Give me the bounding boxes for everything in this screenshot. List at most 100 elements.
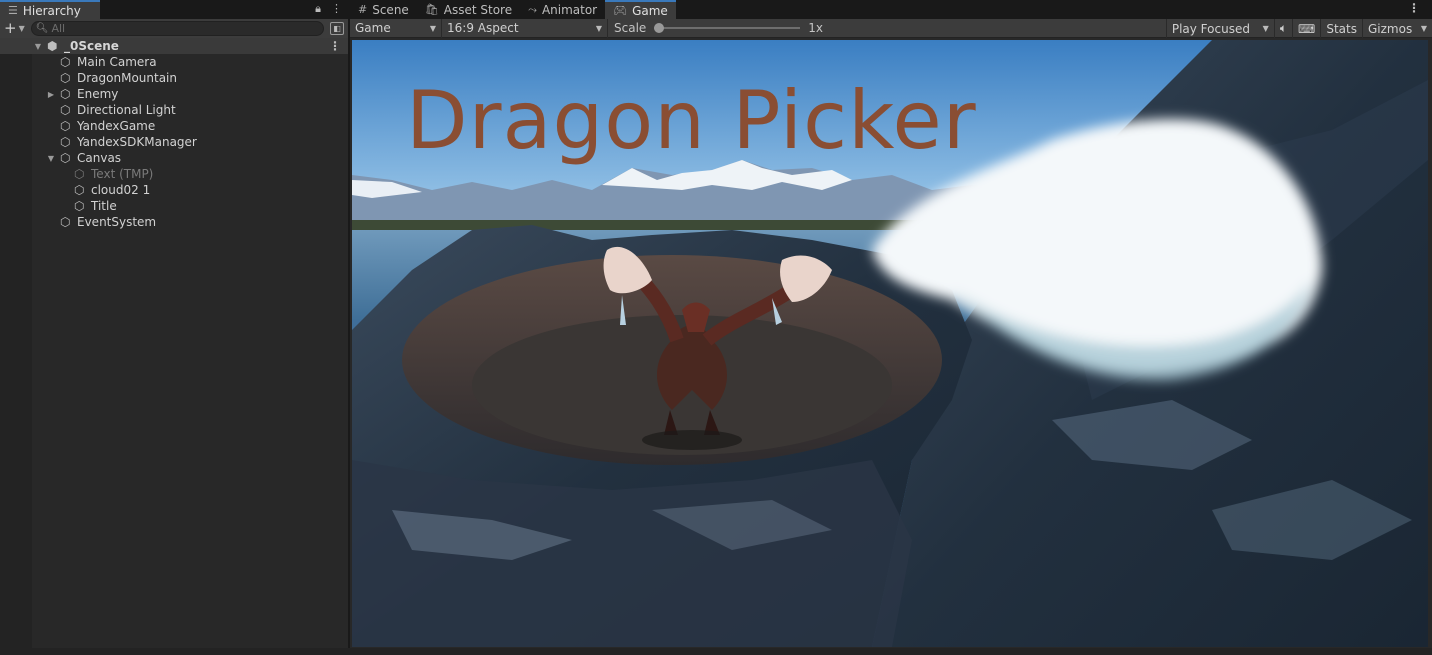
tab-asset-store[interactable]: 🛍︎ Asset Store [417,0,520,19]
hierarchy-search: 🔍︎ [30,21,324,36]
hierarchy-item-label: YandexGame [77,119,156,133]
bag-icon: 🛍︎ [424,3,439,16]
keyboard-icon: ⌨ [1298,21,1316,36]
mute-audio-button[interactable]: 🔈︎ [1273,19,1292,38]
hierarchy-item[interactable]: ⬡ YandexGame [0,118,348,134]
toolbar-right: Play Focused ▼ 🔈︎ ⌨ Stats Gizmos ▼ [1165,19,1432,38]
hierarchy-item[interactable]: ⬡ Directional Light [0,102,348,118]
tab-animator[interactable]: ⤳ Animator [520,0,605,19]
hierarchy-item-label: Canvas [77,151,122,165]
scale-slider-thumb[interactable] [654,23,665,33]
gizmos-dropdown[interactable]: Gizmos ▼ [1362,19,1432,38]
hierarchy-item[interactable]: ⬡ Main Camera [0,54,348,70]
expanded-arrow-icon[interactable]: ▼ [33,42,43,51]
game-toolbar: Game ▼ 16:9 Aspect ▼ Scale 1x Play Focus… [350,18,1432,38]
panel-more-icon[interactable]: ⋮ [1408,1,1420,15]
hierarchy-tabbar: ☰ Hierarchy [0,0,348,19]
aspect-dropdown-label: 16:9 Aspect [447,21,519,35]
tab-game[interactable]: 🎮︎ Game [605,0,676,19]
grid-icon: # [358,3,368,16]
unity-scene-icon: ⬢ [47,39,58,53]
gameobject-cube-icon: ⬡ [60,151,71,165]
hierarchy-item-label: cloud02 1 [91,183,151,197]
hierarchy-item[interactable]: ⬡ EventSystem [0,214,348,230]
game-title-text: Dragon Picker [406,74,977,167]
hierarchy-item-label: DragonMountain [77,71,177,85]
gameobject-cube-icon: ⬡ [74,183,85,197]
add-object-button[interactable]: + ▼ [4,21,25,36]
expanded-arrow-icon[interactable]: ▼ [46,154,56,163]
keyboard-shortcuts-button[interactable]: ⌨ [1292,19,1320,38]
hierarchy-item[interactable]: ▶ ⬡ Enemy [0,86,348,102]
gameobject-cube-icon: ⬡ [60,55,71,69]
hierarchy-item[interactable]: ⬡ YandexSDKManager [0,134,348,150]
list-icon: ☰ [8,4,18,17]
tab-label: Asset Store [443,2,513,17]
speaker-icon: 🔈︎ [1279,21,1288,35]
hierarchy-search-row: + ▼ 🔍︎ ◧ [0,19,348,38]
lock-icon[interactable]: 🔒︎ [315,2,321,16]
scale-control: Scale 1x [608,19,829,38]
plus-icon: + [4,19,17,37]
hierarchy-panel: ☰ Hierarchy 🔒︎ ⋮ + ▼ 🔍︎ ◧ ▼ ⬢ _0Scen [0,0,349,648]
tab-label: Scene [372,2,409,17]
hierarchy-item-label: EventSystem [77,215,157,229]
display-dropdown[interactable]: Game ▼ [350,18,442,38]
tab-hierarchy-label: Hierarchy [22,3,81,18]
scene-visibility-icon[interactable]: ◧ [330,22,344,35]
hierarchy-item-label: Text (TMP) [91,167,154,181]
search-input[interactable] [51,22,319,35]
tab-scene[interactable]: # Scene [350,0,417,19]
hierarchy-item-label: YandexSDKManager [77,135,197,149]
hierarchy-item-label: Directional Light [77,103,176,117]
hierarchy-item-label: Title [91,199,117,213]
game-panel: # Scene 🛍︎ Asset Store ⤳ Animator 🎮︎ Game ⋮ Gam… [350,0,1432,648]
hierarchy-tree: ▼ ⬢ _0Scene ⋮ ⬡ Main Camera ⬡ DragonMountai… [0,38,348,230]
aspect-dropdown[interactable]: 16:9 Aspect ▼ [442,18,608,38]
play-mode-dropdown[interactable]: Play Focused ▼ [1165,19,1274,38]
hierarchy-item[interactable]: ⬡ Text (TMP) [0,166,348,182]
scale-slider[interactable] [654,23,801,33]
gameobject-cube-icon: ⬡ [60,119,71,133]
tab-hierarchy[interactable]: ☰ Hierarchy [0,0,100,19]
search-icon: 🔍︎ [35,23,49,34]
gameobject-cube-icon: ⬡ [60,71,71,85]
scale-label: Scale [614,21,647,35]
stats-label: Stats [1326,21,1357,36]
scene-more-icon[interactable]: ⋮ [329,39,341,53]
hierarchy-item-label: Main Camera [77,55,157,69]
gameobject-cube-icon: ⬡ [60,87,71,101]
chevron-down-icon: ▼ [1262,24,1269,33]
unity-editor: ☰ Hierarchy 🔒︎ ⋮ + ▼ 🔍︎ ◧ ▼ ⬢ _0Scen [0,0,1432,655]
hierarchy-item[interactable]: ⬡ Title [0,198,348,214]
chevron-down-icon: ▼ [18,24,25,33]
hierarchy-item-label: Enemy [77,87,119,101]
bottom-strip [0,648,1432,655]
game-viewport[interactable]: Dragon Picker [352,40,1428,647]
chevron-down-icon: ▼ [595,23,602,33]
gameobject-cube-icon: ⬡ [74,167,85,181]
hierarchy-tab-tools: 🔒︎ ⋮ [315,2,342,16]
gameobject-cube-icon: ⬡ [60,135,71,149]
gameobject-cube-icon: ⬡ [74,199,85,213]
gameobject-cube-icon: ⬡ [60,103,71,117]
play-mode-label: Play Focused [1171,21,1250,36]
gamepad-icon: 🎮︎ [613,4,628,17]
chevron-down-icon: ▼ [1420,24,1427,33]
chevron-down-icon: ▼ [429,23,436,33]
scale-value: 1x [808,21,824,35]
hierarchy-item[interactable]: ▼ ⬡ Canvas [0,150,348,166]
game-tabbar: # Scene 🛍︎ Asset Store ⤳ Animator 🎮︎ Game [350,0,1432,19]
stats-button[interactable]: Stats [1320,19,1362,38]
display-dropdown-label: Game [355,21,391,35]
animator-icon: ⤳ [528,2,537,16]
more-menu-icon[interactable]: ⋮ [331,2,342,16]
gizmos-label: Gizmos [1368,21,1413,36]
tab-label: Animator [541,2,598,17]
hierarchy-item[interactable]: ⬡ DragonMountain [0,70,348,86]
hierarchy-item[interactable]: ⬡ cloud02 1 [0,182,348,198]
tab-label: Game [632,3,668,18]
gameobject-cube-icon: ⬡ [60,215,71,229]
collapsed-arrow-icon[interactable]: ▶ [46,90,56,99]
scene-row[interactable]: ▼ ⬢ _0Scene ⋮ [0,38,348,54]
